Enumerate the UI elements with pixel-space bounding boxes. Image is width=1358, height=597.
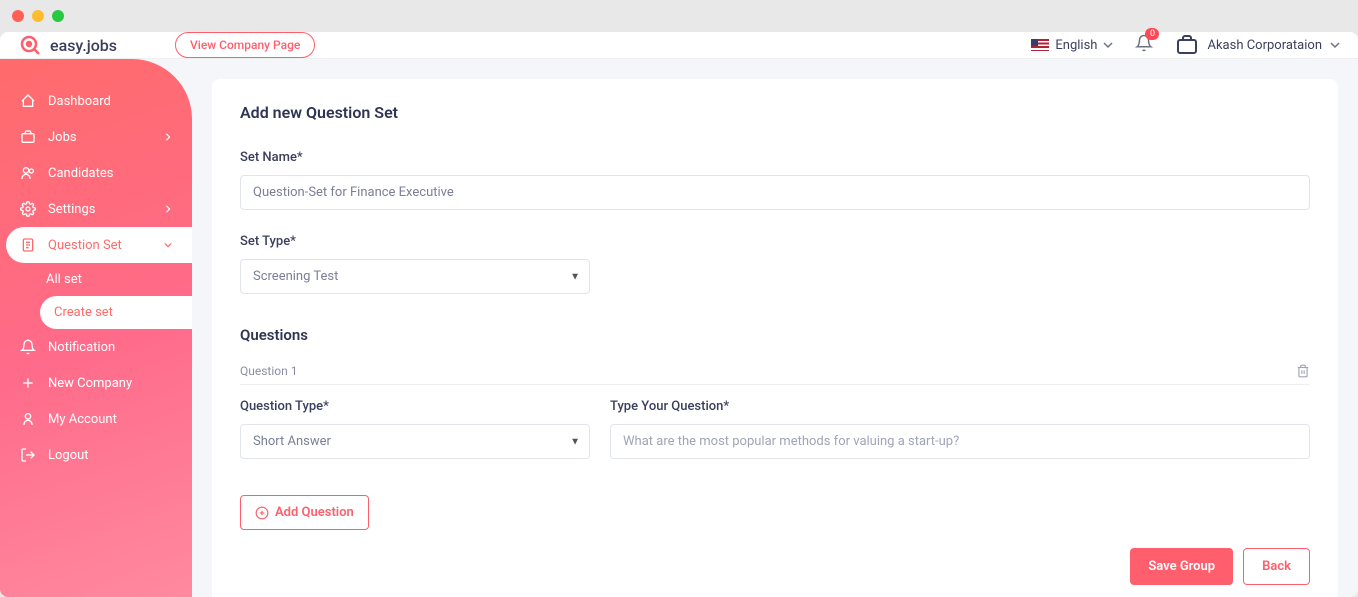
set-type-select-wrap: Screening Test ▼	[240, 259, 590, 294]
logo-text: easy.jobs	[50, 36, 117, 55]
home-icon	[20, 93, 36, 109]
briefcase-icon	[1175, 33, 1199, 57]
sidebar: Dashboard Jobs Candidates Settings	[0, 59, 192, 597]
sidebar-item-label: My Account	[48, 412, 117, 427]
chevron-down-icon	[1103, 40, 1113, 50]
set-name-input[interactable]	[240, 175, 1310, 210]
close-window-icon[interactable]	[12, 10, 24, 22]
trash-icon[interactable]	[1296, 364, 1310, 378]
sidebar-item-logout[interactable]: Logout	[0, 437, 192, 473]
main-content: Add new Question Set Set Name* Set Type*…	[192, 59, 1358, 597]
logout-icon	[20, 447, 36, 463]
set-type-group: Set Type* Screening Test ▼	[240, 234, 1310, 294]
chevron-right-icon	[164, 133, 172, 141]
notification-button[interactable]: 0	[1135, 34, 1153, 56]
minimize-window-icon[interactable]	[32, 10, 44, 22]
gear-icon	[20, 201, 36, 217]
sidebar-item-my-account[interactable]: My Account	[0, 401, 192, 437]
sidebar-item-label: Jobs	[48, 130, 77, 145]
questions-section-title: Questions	[240, 326, 1310, 344]
sidebar-item-new-company[interactable]: New Company	[0, 365, 192, 401]
bell-icon	[20, 339, 36, 355]
sidebar-item-question-set[interactable]: Question Set	[6, 227, 192, 263]
question-type-label: Question Type*	[240, 399, 590, 414]
language-label: English	[1055, 38, 1097, 53]
question-type-select-wrap: Short Answer ▼	[240, 424, 590, 459]
card: Add new Question Set Set Name* Set Type*…	[212, 79, 1338, 597]
page-title: Add new Question Set	[240, 103, 1310, 122]
chevron-down-icon	[164, 241, 172, 249]
question-type-column: Question Type* Short Answer ▼	[240, 399, 590, 459]
app-header: easy.jobs View Company Page English 0	[0, 32, 1358, 59]
sidebar-item-settings[interactable]: Settings	[0, 191, 192, 227]
add-question-button[interactable]: Add Question	[240, 495, 369, 530]
sidebar-item-dashboard[interactable]: Dashboard	[0, 83, 192, 119]
app-window: easy.jobs View Company Page English 0	[0, 0, 1358, 597]
chevron-down-icon	[1330, 40, 1340, 50]
sidebar-item-label: New Company	[48, 376, 132, 391]
question-text-column: Type Your Question*	[610, 399, 1310, 459]
app-body: Dashboard Jobs Candidates Settings	[0, 59, 1358, 597]
sidebar-subitem-all-set[interactable]: All set	[0, 263, 192, 296]
sidebar-item-notification[interactable]: Notification	[0, 329, 192, 365]
set-type-select[interactable]: Screening Test	[240, 259, 590, 294]
question-header: Question 1	[240, 358, 1310, 385]
sidebar-item-candidates[interactable]: Candidates	[0, 155, 192, 191]
question-type-select[interactable]: Short Answer	[240, 424, 590, 459]
view-company-button[interactable]: View Company Page	[175, 32, 315, 58]
app-container: easy.jobs View Company Page English 0	[0, 32, 1358, 597]
save-group-button[interactable]: Save Group	[1130, 548, 1233, 585]
flag-icon	[1031, 39, 1049, 51]
logo-icon	[18, 33, 42, 57]
maximize-window-icon[interactable]	[52, 10, 64, 22]
sidebar-item-label: Candidates	[48, 166, 113, 181]
back-button[interactable]: Back	[1243, 548, 1310, 585]
users-icon	[20, 165, 36, 181]
chevron-right-icon	[164, 205, 172, 213]
add-question-label: Add Question	[275, 505, 354, 520]
sidebar-item-label: Logout	[48, 448, 89, 463]
sidebar-subitem-label: Create set	[54, 305, 113, 320]
set-name-label: Set Name*	[240, 150, 1310, 165]
form-actions: Save Group Back	[240, 548, 1310, 585]
company-selector[interactable]: Akash Corporataion	[1175, 33, 1340, 57]
set-name-group: Set Name*	[240, 150, 1310, 210]
clipboard-icon	[20, 237, 36, 253]
briefcase-icon	[20, 129, 36, 145]
sidebar-item-label: Notification	[48, 340, 115, 355]
sidebar-item-label: Settings	[48, 202, 95, 217]
plus-circle-icon	[255, 506, 269, 520]
window-controls	[12, 10, 64, 22]
company-name: Akash Corporataion	[1207, 38, 1322, 53]
question-row: Question Type* Short Answer ▼ Type Your …	[240, 399, 1310, 459]
plus-icon	[20, 375, 36, 391]
sidebar-item-label: Question Set	[48, 238, 122, 253]
logo[interactable]: easy.jobs	[18, 33, 117, 57]
language-selector[interactable]: English	[1031, 38, 1113, 53]
notification-badge: 0	[1145, 28, 1159, 40]
sidebar-item-label: Dashboard	[48, 94, 111, 109]
sidebar-subitem-label: All set	[46, 272, 82, 287]
question-text-input[interactable]	[610, 424, 1310, 459]
question-text-label: Type Your Question*	[610, 399, 1310, 414]
sidebar-item-jobs[interactable]: Jobs	[0, 119, 192, 155]
sidebar-subitem-create-set[interactable]: Create set	[40, 296, 192, 329]
question-number: Question 1	[240, 364, 297, 378]
user-icon	[20, 411, 36, 427]
set-type-label: Set Type*	[240, 234, 1310, 249]
header-right: English 0 Akash Corporataion	[1031, 33, 1340, 57]
